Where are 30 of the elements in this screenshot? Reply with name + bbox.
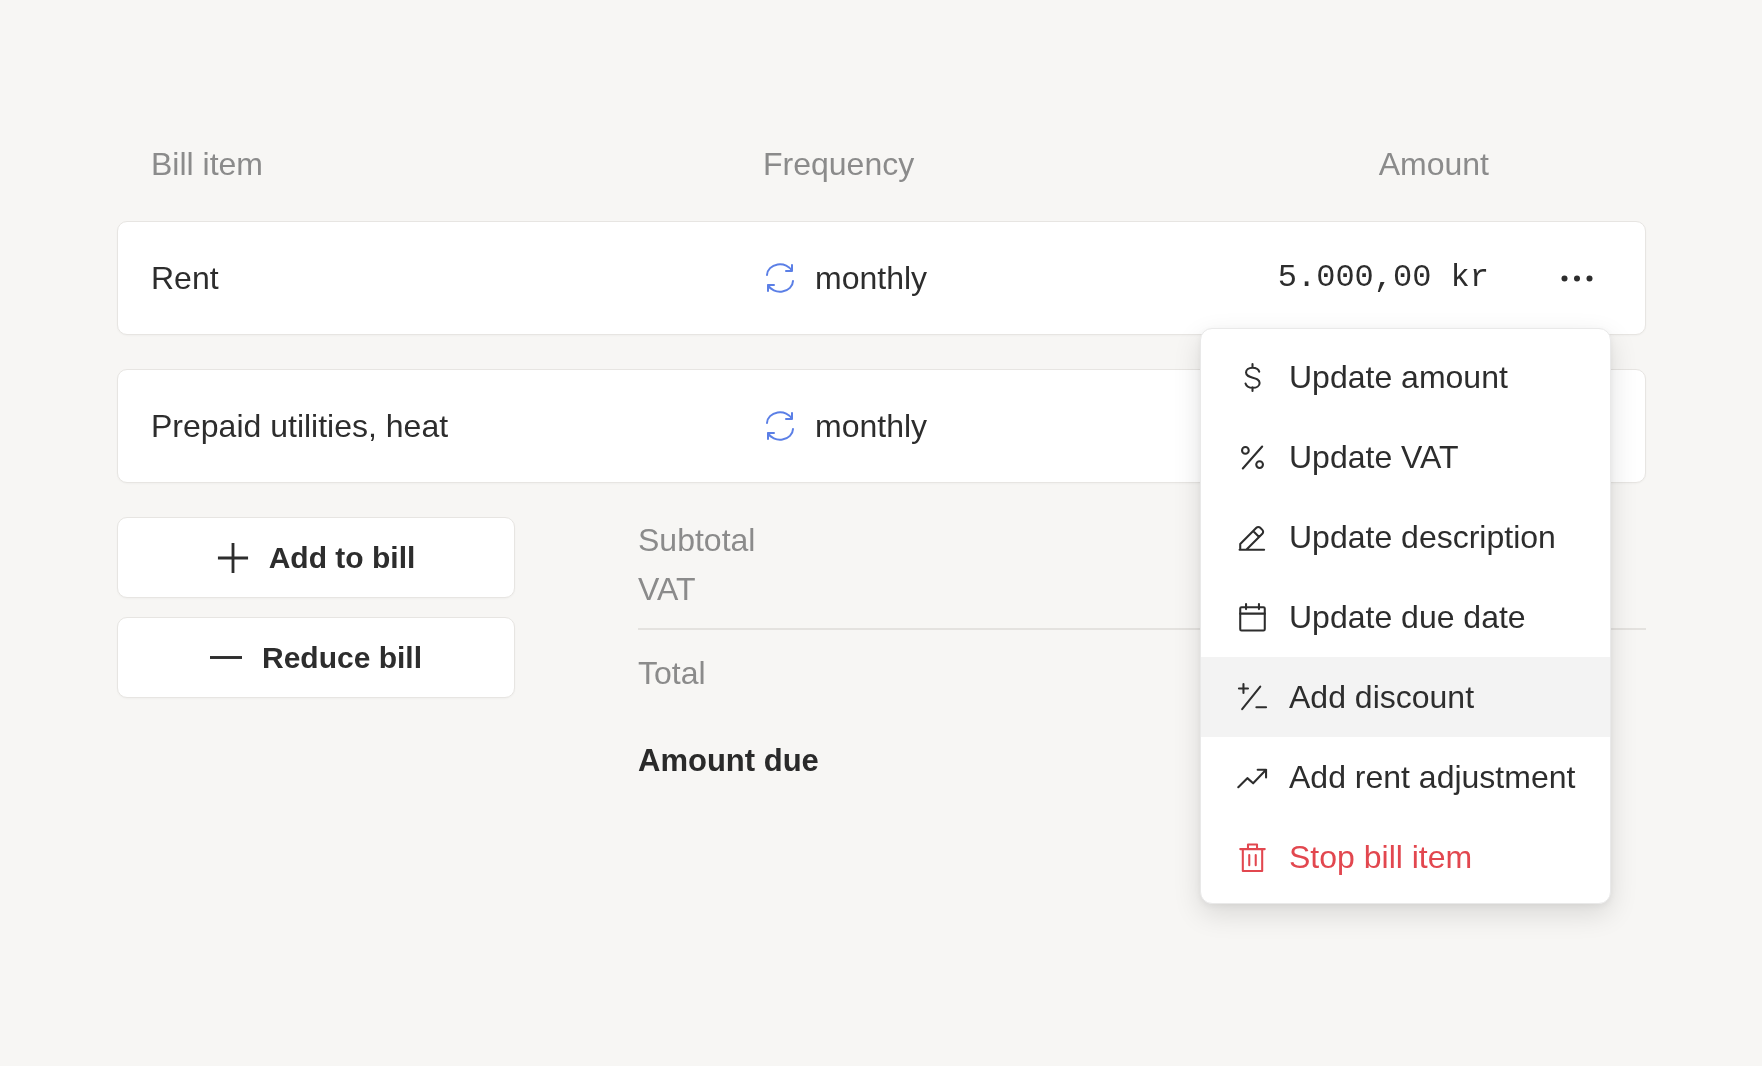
subtotal-label: Subtotal xyxy=(638,520,756,560)
menu-item[interactable]: Update description xyxy=(1201,497,1610,577)
menu-item[interactable]: Update amount xyxy=(1201,337,1610,417)
plus-minus-icon xyxy=(1237,681,1268,713)
bill-item-name: Rent xyxy=(151,259,220,298)
refresh-icon xyxy=(763,410,797,442)
action-button[interactable]: Reduce bill xyxy=(117,617,515,698)
refresh-icon xyxy=(763,262,797,294)
amount-due-label: Amount due xyxy=(638,742,819,780)
frequency-text: monthly xyxy=(815,259,928,298)
trash-icon xyxy=(1237,841,1268,873)
more-button[interactable] xyxy=(1561,274,1593,282)
menu-item[interactable]: Stop bill item xyxy=(1201,817,1610,897)
menu-item[interactable]: Add discount xyxy=(1201,657,1610,737)
vat-label: VAT xyxy=(638,569,696,609)
column-header: Bill item xyxy=(151,145,264,184)
menu-item[interactable]: Add rent adjustment xyxy=(1201,737,1610,817)
bill-item-name: Prepaid utilities, heat xyxy=(151,407,450,446)
calendar-icon xyxy=(1237,601,1268,633)
menu-item[interactable]: Update due date xyxy=(1201,577,1610,657)
plus-icon xyxy=(216,541,249,574)
total-label: Total xyxy=(638,654,706,693)
action-button[interactable]: Add to bill xyxy=(117,517,515,598)
more-icon xyxy=(1561,274,1593,282)
minus-icon xyxy=(209,656,242,659)
amount-text: 5.000,00 kr xyxy=(1277,258,1489,298)
menu-item[interactable]: Update VAT xyxy=(1201,417,1610,497)
column-header: Frequency xyxy=(763,145,916,184)
column-header: Amount xyxy=(1378,145,1489,184)
frequency-text: monthly xyxy=(815,407,928,446)
